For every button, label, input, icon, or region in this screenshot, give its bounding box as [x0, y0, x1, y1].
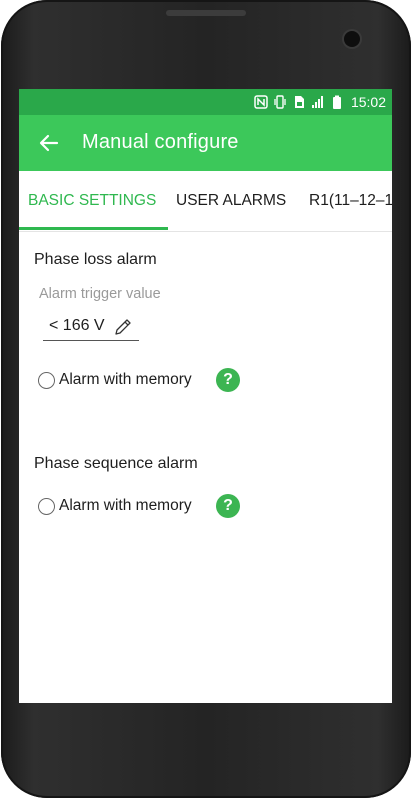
screen: 15:02 Manual configure BASIC SETTINGS US… [19, 89, 392, 703]
vibrate-icon [274, 95, 286, 109]
app-bar: Manual configure [19, 115, 392, 171]
phase-sequence-title: Phase sequence alarm [34, 455, 198, 472]
nfc-icon [254, 95, 268, 109]
help-icon[interactable]: ? [216, 494, 240, 518]
tab-r1[interactable]: R1(11–12–14) [309, 171, 392, 231]
status-icons: 15:02 [254, 93, 386, 111]
phone-frame: 15:02 Manual configure BASIC SETTINGS US… [0, 0, 412, 800]
speaker-grille [166, 10, 246, 16]
phase-loss-memory-radio[interactable] [38, 371, 55, 389]
signal-icon [311, 96, 323, 108]
front-camera [344, 31, 360, 47]
tab-bar: BASIC SETTINGS USER ALARMS R1(11–12–14) [19, 171, 392, 232]
help-icon[interactable]: ? [216, 368, 240, 392]
phase-sequence-memory-radio[interactable] [38, 497, 55, 515]
phase-loss-title: Phase loss alarm [34, 251, 157, 268]
phase-loss-memory-label: Alarm with memory [59, 371, 192, 388]
tab-basic-settings[interactable]: BASIC SETTINGS [28, 171, 156, 231]
status-time: 15:02 [350, 94, 386, 110]
status-bar: 15:02 [19, 89, 392, 115]
page-title: Manual configure [82, 131, 239, 153]
arrow-left-icon[interactable] [37, 131, 61, 155]
phase-sequence-memory-option[interactable]: Alarm with memory [38, 497, 192, 515]
sim-icon [294, 96, 304, 108]
battery-icon [332, 95, 341, 109]
trigger-value: < 166 V [49, 317, 105, 334]
pencil-icon[interactable] [113, 317, 133, 337]
active-tab-indicator [19, 227, 168, 230]
trigger-value-label: Alarm trigger value [39, 286, 161, 302]
trigger-value-field[interactable]: < 166 V [43, 314, 139, 341]
tab-user-alarms[interactable]: USER ALARMS [176, 171, 286, 231]
phase-loss-memory-option[interactable]: Alarm with memory [38, 371, 192, 389]
phase-sequence-memory-label: Alarm with memory [59, 497, 192, 514]
